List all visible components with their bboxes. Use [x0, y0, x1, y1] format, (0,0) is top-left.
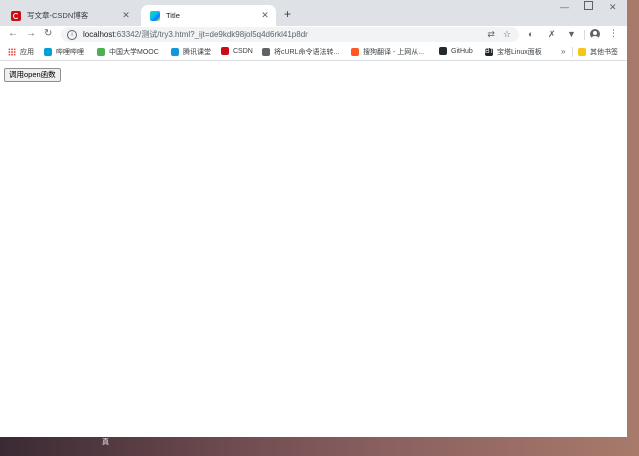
new-tab-button[interactable]: +	[284, 7, 291, 21]
close-icon[interactable]: ✕	[260, 10, 270, 21]
close-icon[interactable]: ✕	[121, 10, 131, 21]
bookmark-tencent[interactable]: 腾讯课堂	[171, 47, 211, 57]
jetbrains-icon	[150, 10, 160, 21]
bookmark-label: 将cURL命令语法转...	[274, 49, 340, 56]
translate-icon[interactable]: ⇄	[487, 29, 495, 40]
address-bar[interactable]: i localhost:63342/测试/try3.html?_ijt=de9k…	[61, 27, 519, 42]
maximize-button[interactable]	[584, 1, 593, 12]
url-text[interactable]: localhost:63342/测试/try3.html?_ijt=de9kdk…	[83, 29, 487, 40]
bookmark-sogou[interactable]: 搜狗翻译 - 上网从...	[351, 47, 424, 57]
extension-v-icon[interactable]: ▼	[567, 29, 576, 39]
bookmark-label: CSDN	[233, 47, 253, 55]
taskbar-glyph: 真	[102, 439, 109, 446]
back-button[interactable]: ←	[8, 28, 18, 39]
bilibili-icon	[44, 48, 52, 56]
browser-toolbar: ← → ↻ i localhost:63342/测试/try3.html?_ij…	[0, 26, 627, 43]
bookmark-label: 宝塔Linux面板	[497, 49, 542, 56]
url-host: localhost	[83, 30, 115, 39]
extension-icon[interactable]: ◐	[528, 29, 533, 39]
bookmark-label: 应用	[20, 49, 34, 56]
bookmark-curl[interactable]: 将cURL命令语法转...	[262, 47, 339, 57]
profile-avatar[interactable]	[590, 29, 600, 39]
bookmarks-divider	[572, 47, 573, 57]
github-icon	[439, 47, 447, 55]
url-path: :63342/测试/try3.html?_ijt=de9kdk98jol5q4d…	[114, 30, 308, 39]
tab-title: 写文章-CSDN博客	[27, 11, 89, 20]
bookmark-mooc[interactable]: 中国大学MOOC	[97, 47, 159, 57]
bookmarks-bar: 应用 哔哩哔哩 中国大学MOOC 腾讯课堂 CSDN 将cURL命令语法转...…	[0, 43, 627, 61]
bookmark-bt[interactable]: BT 宝塔Linux面板	[485, 47, 542, 57]
tab-strip: 写文章-CSDN博客 ✕ Title ✕ + — ✕	[0, 0, 627, 26]
bookmark-csdn[interactable]: CSDN	[221, 47, 253, 55]
sogou-icon	[351, 48, 359, 56]
bookmark-label: 腾讯课堂	[183, 49, 211, 56]
mooc-icon	[97, 48, 105, 56]
folder-icon	[578, 48, 586, 56]
bookmark-label: 其他书签	[590, 49, 618, 56]
maximize-icon	[584, 1, 593, 10]
reload-button[interactable]: ↻	[44, 28, 52, 39]
tencent-icon	[171, 48, 179, 56]
call-open-button[interactable]: 调用open函数	[4, 68, 61, 82]
bookmark-github[interactable]: GitHub	[439, 47, 473, 55]
csdn-icon	[11, 10, 21, 21]
bookmark-bilibili[interactable]: 哔哩哔哩	[44, 47, 84, 57]
minimize-button[interactable]: —	[560, 2, 569, 12]
apps-icon	[8, 48, 16, 56]
info-icon[interactable]: i	[67, 29, 77, 40]
toolbar-divider	[584, 30, 585, 40]
browser-window: 写文章-CSDN博客 ✕ Title ✕ + — ✕ ← → ↻ i local…	[0, 0, 627, 437]
window-close-button[interactable]: ✕	[609, 2, 617, 13]
bookmark-star-icon[interactable]: ☆	[503, 29, 511, 40]
bookmark-other[interactable]: 其他书签	[578, 47, 618, 57]
bookmark-label: 搜狗翻译 - 上网从...	[363, 49, 425, 56]
globe-icon	[262, 48, 270, 56]
tab-csdn-write[interactable]: 写文章-CSDN博客 ✕	[2, 5, 137, 26]
tab-title-page[interactable]: Title ✕	[141, 5, 276, 26]
more-bookmarks-icon[interactable]: »	[561, 47, 565, 56]
bookmark-label: 哔哩哔哩	[56, 49, 84, 56]
extension-x-icon[interactable]: ✗	[548, 29, 556, 40]
tab-title: Title	[166, 11, 180, 20]
bookmark-label: GitHub	[451, 47, 473, 55]
bt-icon: BT	[485, 48, 494, 56]
bookmark-apps[interactable]: 应用	[8, 47, 34, 57]
forward-button[interactable]: →	[26, 28, 36, 39]
csdn-icon	[221, 47, 229, 55]
page-content: 调用open函数	[0, 61, 627, 437]
menu-icon[interactable]: ⋮	[609, 28, 618, 39]
bookmark-label: 中国大学MOOC	[109, 49, 159, 56]
